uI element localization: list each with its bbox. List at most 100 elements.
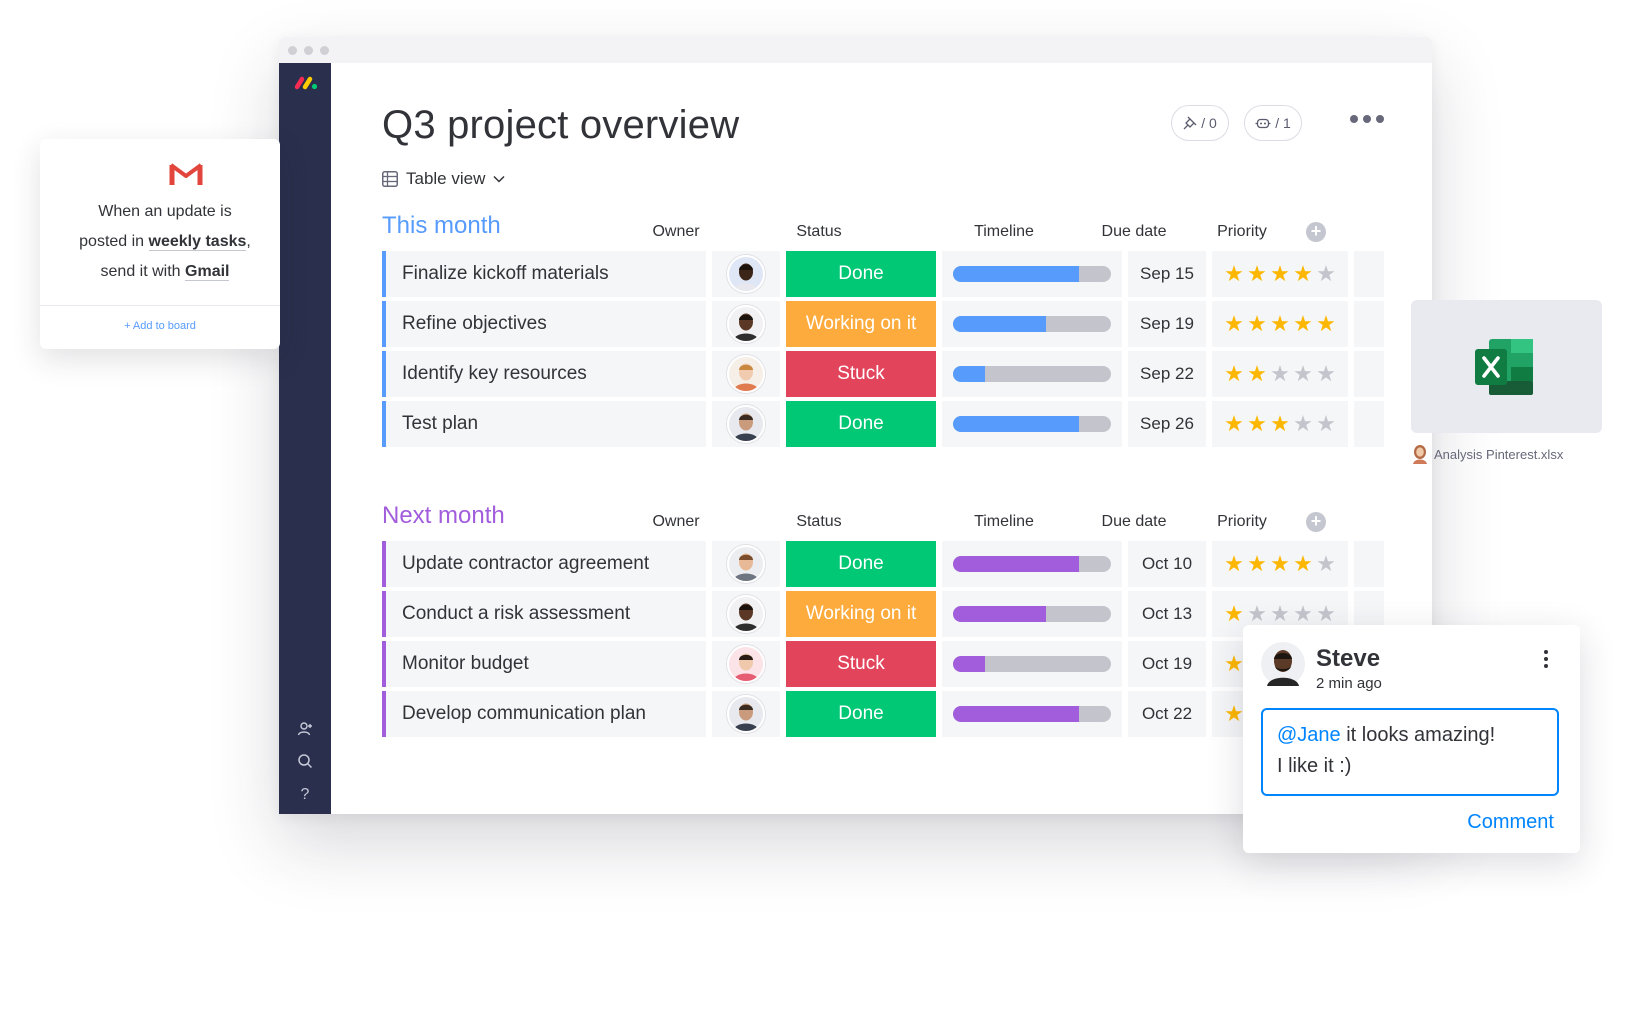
monday-logo[interactable] bbox=[294, 76, 318, 90]
star-icon[interactable]: ★ bbox=[1293, 603, 1313, 625]
star-icon[interactable]: ★ bbox=[1247, 263, 1267, 285]
owner-cell[interactable] bbox=[712, 401, 780, 447]
timeline-cell[interactable] bbox=[942, 401, 1122, 447]
star-icon[interactable]: ★ bbox=[1224, 603, 1244, 625]
file-attachment-label[interactable]: Analysis Pinterest.xlsx bbox=[1412, 444, 1563, 464]
star-icon[interactable]: ★ bbox=[1247, 413, 1267, 435]
due-date[interactable]: Sep 15 bbox=[1128, 251, 1206, 297]
status-label[interactable]: Done bbox=[786, 251, 936, 297]
item-name[interactable]: Finalize kickoff materials bbox=[382, 251, 706, 297]
priority-rating[interactable]: ★★★★★ bbox=[1212, 401, 1348, 447]
status-label[interactable]: Done bbox=[786, 541, 936, 587]
add-column-button[interactable]: + bbox=[1306, 222, 1326, 242]
star-icon[interactable]: ★ bbox=[1270, 603, 1290, 625]
star-icon[interactable]: ★ bbox=[1270, 263, 1290, 285]
star-icon[interactable]: ★ bbox=[1270, 553, 1290, 575]
timeline-cell[interactable] bbox=[942, 591, 1122, 637]
priority-rating[interactable]: ★★★★★ bbox=[1212, 541, 1348, 587]
timeline-cell[interactable] bbox=[942, 301, 1122, 347]
column-header-owner[interactable]: Owner bbox=[626, 513, 726, 531]
status-label[interactable]: Working on it bbox=[786, 591, 936, 637]
timeline-cell[interactable] bbox=[942, 641, 1122, 687]
due-date[interactable]: Sep 22 bbox=[1128, 351, 1206, 397]
due-date[interactable]: Oct 13 bbox=[1128, 591, 1206, 637]
due-date[interactable]: Sep 19 bbox=[1128, 301, 1206, 347]
star-icon[interactable]: ★ bbox=[1316, 413, 1336, 435]
star-icon[interactable]: ★ bbox=[1293, 313, 1313, 335]
column-header-status[interactable]: Status bbox=[769, 513, 869, 531]
item-name[interactable]: Monitor budget bbox=[382, 641, 706, 687]
column-header-priority[interactable]: Priority bbox=[1192, 513, 1292, 531]
status-label[interactable]: Done bbox=[786, 401, 936, 447]
timeline-cell[interactable] bbox=[942, 351, 1122, 397]
status-label[interactable]: Stuck bbox=[786, 641, 936, 687]
due-date[interactable]: Sep 26 bbox=[1128, 401, 1206, 447]
pinned-button[interactable]: / 0 bbox=[1171, 105, 1229, 141]
recipe-service-token[interactable]: Gmail bbox=[185, 263, 230, 281]
column-header-due-date[interactable]: Due date bbox=[1084, 513, 1184, 531]
star-icon[interactable]: ★ bbox=[1247, 363, 1267, 385]
due-date[interactable]: Oct 19 bbox=[1128, 641, 1206, 687]
due-date[interactable]: Oct 10 bbox=[1128, 541, 1206, 587]
owner-cell[interactable] bbox=[712, 251, 780, 297]
add-to-board-link[interactable]: + Add to board bbox=[40, 320, 280, 332]
column-header-priority[interactable]: Priority bbox=[1192, 223, 1292, 241]
item-name[interactable]: Refine objectives bbox=[382, 301, 706, 347]
group-title[interactable]: This month bbox=[382, 212, 501, 240]
owner-cell[interactable] bbox=[712, 641, 780, 687]
invite-user-icon[interactable] bbox=[295, 721, 315, 741]
timeline-cell[interactable] bbox=[942, 251, 1122, 297]
star-icon[interactable]: ★ bbox=[1293, 553, 1313, 575]
owner-cell[interactable] bbox=[712, 351, 780, 397]
star-icon[interactable]: ★ bbox=[1316, 313, 1336, 335]
timeline-cell[interactable] bbox=[942, 541, 1122, 587]
item-name[interactable]: Develop communication plan bbox=[382, 691, 706, 737]
star-icon[interactable]: ★ bbox=[1224, 553, 1244, 575]
column-header-timeline[interactable]: Timeline bbox=[954, 513, 1054, 531]
column-header-status[interactable]: Status bbox=[769, 223, 869, 241]
star-icon[interactable]: ★ bbox=[1316, 363, 1336, 385]
star-icon[interactable]: ★ bbox=[1270, 413, 1290, 435]
more-options-icon[interactable] bbox=[1350, 115, 1384, 123]
recipe-board-token[interactable]: weekly tasks bbox=[148, 233, 247, 251]
star-icon[interactable]: ★ bbox=[1270, 363, 1290, 385]
user-mention[interactable]: @Jane bbox=[1277, 724, 1341, 746]
priority-rating[interactable]: ★★★★★ bbox=[1212, 251, 1348, 297]
help-icon[interactable]: ? bbox=[295, 785, 315, 805]
status-label[interactable]: Stuck bbox=[786, 351, 936, 397]
star-icon[interactable]: ★ bbox=[1316, 263, 1336, 285]
priority-rating[interactable]: ★★★★★ bbox=[1212, 301, 1348, 347]
star-icon[interactable]: ★ bbox=[1247, 603, 1267, 625]
owner-cell[interactable] bbox=[712, 591, 780, 637]
search-icon[interactable] bbox=[295, 753, 315, 773]
kebab-menu-icon[interactable] bbox=[1544, 650, 1548, 668]
due-date[interactable]: Oct 22 bbox=[1128, 691, 1206, 737]
column-header-timeline[interactable]: Timeline bbox=[954, 223, 1054, 241]
star-icon[interactable]: ★ bbox=[1224, 413, 1244, 435]
automations-button[interactable]: / 1 bbox=[1244, 105, 1302, 141]
status-label[interactable]: Working on it bbox=[786, 301, 936, 347]
view-selector[interactable]: Table view bbox=[382, 168, 505, 190]
priority-rating[interactable]: ★★★★★ bbox=[1212, 351, 1348, 397]
star-icon[interactable]: ★ bbox=[1224, 313, 1244, 335]
item-name[interactable]: Conduct a risk assessment bbox=[382, 591, 706, 637]
owner-cell[interactable] bbox=[712, 541, 780, 587]
star-icon[interactable]: ★ bbox=[1316, 553, 1336, 575]
comment-input[interactable]: @Jane it looks amazing! I like it :) bbox=[1261, 708, 1559, 796]
star-icon[interactable]: ★ bbox=[1247, 313, 1267, 335]
star-icon[interactable]: ★ bbox=[1316, 603, 1336, 625]
star-icon[interactable]: ★ bbox=[1224, 363, 1244, 385]
board-title[interactable]: Q3 project overview bbox=[382, 103, 739, 148]
add-column-button[interactable]: + bbox=[1306, 512, 1326, 532]
item-name[interactable]: Identify key resources bbox=[382, 351, 706, 397]
star-icon[interactable]: ★ bbox=[1293, 363, 1313, 385]
timeline-cell[interactable] bbox=[942, 691, 1122, 737]
star-icon[interactable]: ★ bbox=[1247, 553, 1267, 575]
star-icon[interactable]: ★ bbox=[1224, 703, 1244, 725]
file-preview-card[interactable] bbox=[1411, 300, 1602, 433]
group-title[interactable]: Next month bbox=[382, 502, 505, 530]
status-label[interactable]: Done bbox=[786, 691, 936, 737]
star-icon[interactable]: ★ bbox=[1270, 313, 1290, 335]
star-icon[interactable]: ★ bbox=[1224, 263, 1244, 285]
item-name[interactable]: Test plan bbox=[382, 401, 706, 447]
